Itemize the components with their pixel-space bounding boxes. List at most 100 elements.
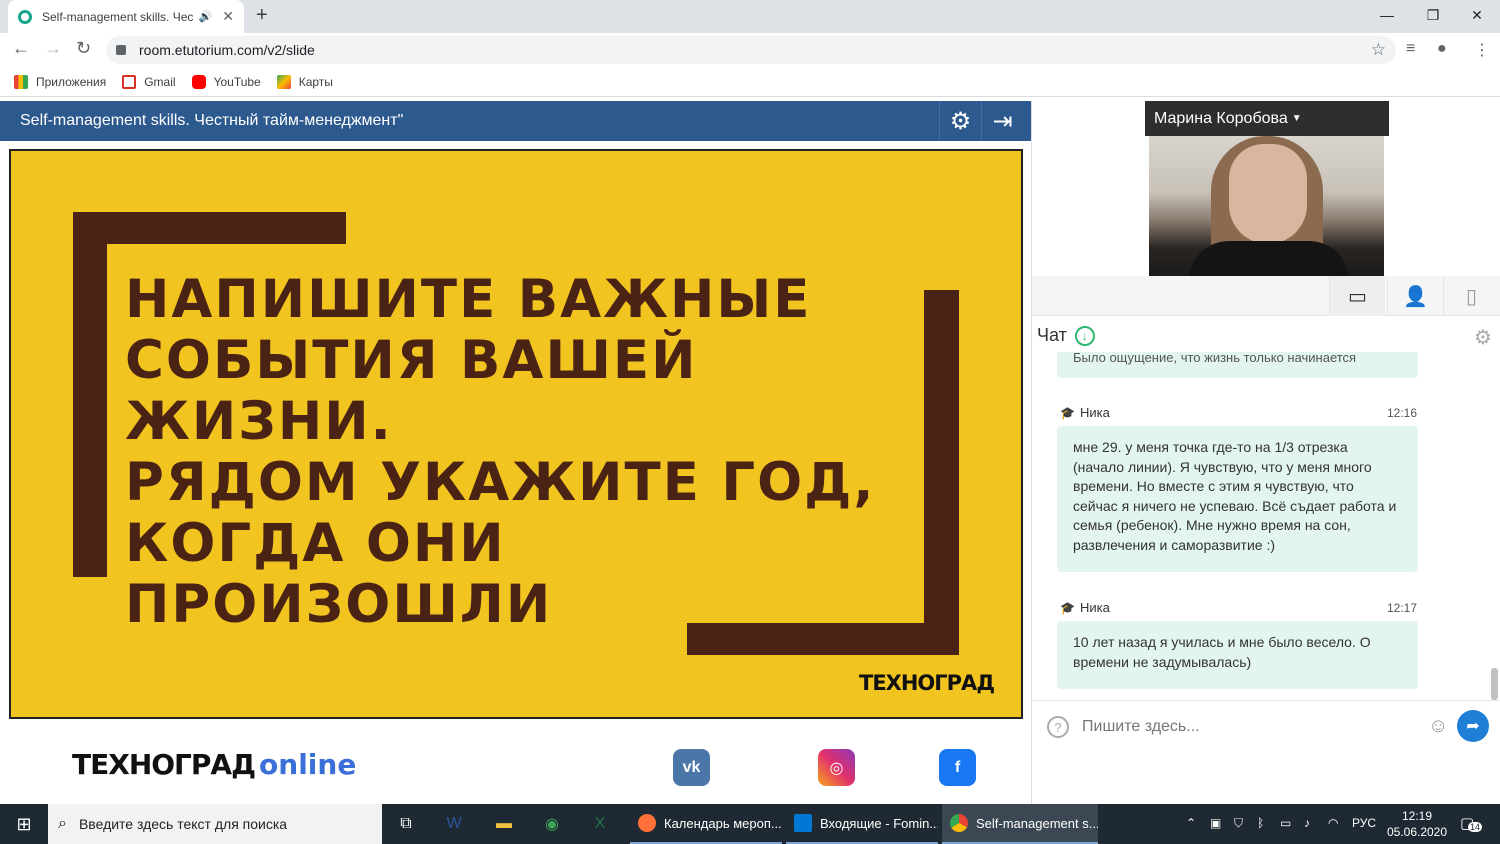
slide-brand-logo: ТЕХНОГРАД [859, 671, 995, 695]
slide-line: ПРОИЗОШЛИ [125, 574, 553, 635]
chat-settings-gear-icon[interactable]: ⚙ [1474, 325, 1492, 350]
footer-logo-text: ТЕХНОГРАД [72, 748, 256, 781]
address-bar[interactable]: room.etutorium.com/v2/slide ☆ [106, 36, 1396, 64]
tray-wifi-icon[interactable]: ◠ [1328, 816, 1338, 830]
task-view-icon[interactable]: ⧉ [382, 804, 430, 844]
instagram-icon[interactable]: ◎ [818, 749, 855, 786]
presenter-name: Марина Коробова [1154, 109, 1288, 127]
maps-icon [276, 74, 291, 89]
chat-input[interactable]: Пишите здесь... [1082, 718, 1200, 736]
search-placeholder: Введите здесь текст для поиска [78, 816, 288, 832]
facebook-icon[interactable]: f [939, 749, 976, 786]
taskbar-search[interactable]: ⌕ Введите здесь текст для поиска [48, 804, 382, 844]
language-indicator[interactable]: РУС [1352, 816, 1376, 830]
taskbar-app-chrome[interactable]: Self-management s... [942, 804, 1098, 844]
message-time: 12:17 [1386, 600, 1417, 615]
tray-chevron-icon[interactable]: ⌃ [1186, 816, 1196, 830]
bracket-left [73, 212, 107, 577]
taskbar-app-label: Календарь мероп... [664, 815, 782, 831]
chat-tab-icon[interactable]: ▭ [1329, 276, 1385, 316]
bookmark-apps[interactable]: Приложения [14, 74, 107, 89]
back-button[interactable]: ← [12, 38, 30, 59]
message-text: Было ощущение, что жизнь только начинает… [1073, 352, 1357, 365]
globe-app-icon[interactable]: ◉ [528, 804, 576, 844]
outlook-icon [794, 814, 812, 832]
chat-input-bar: ? Пишите здесь... ☺ ➦ [1032, 700, 1500, 755]
speaker-icon[interactable]: 🔊 [199, 10, 213, 23]
slide-line: НАПИШИТЕ ВАЖНЫЕ [125, 269, 812, 330]
course-title: Self-management skills. Честный тайм-мен… [20, 112, 404, 129]
message-header: 🎓 Ника 12:16 [1060, 405, 1417, 420]
search-icon: ⌕ [58, 815, 67, 832]
close-tab-icon[interactable]: ✕ [222, 8, 234, 25]
caret-down-icon: ▼ [1291, 113, 1302, 124]
tray-battery-icon[interactable]: ▭ [1280, 816, 1291, 830]
excel-icon[interactable]: X [576, 804, 624, 844]
reload-button[interactable]: ↻ [76, 38, 91, 59]
apps-grid-icon [14, 74, 28, 89]
new-tab-button[interactable]: + [256, 4, 268, 27]
message-author: Ника [1079, 405, 1110, 420]
menu-dots-icon[interactable]: ⋮ [1474, 40, 1490, 60]
bookmark-label: YouTube [213, 74, 261, 89]
send-button[interactable]: ➦ [1457, 710, 1489, 742]
footer-logo-suffix: online [259, 748, 357, 781]
bookmark-star-icon[interactable]: ☆ [1371, 40, 1386, 60]
window-close-button[interactable]: ✕ [1454, 0, 1500, 30]
presenter-name-dropdown[interactable]: Марина Коробова ▼ [1145, 101, 1389, 136]
panel-tabs: ▭ 👤 ▯ [1032, 276, 1500, 316]
lock-icon [116, 45, 126, 55]
bookmarks-bar: Приложения Gmail YouTube Карты [0, 67, 1500, 97]
taskbar-clock[interactable]: 12:19 05.06.2020 [1383, 808, 1451, 840]
clock-date: 05.06.2020 [1386, 825, 1448, 839]
bookmark-youtube[interactable]: YouTube [191, 74, 261, 89]
bookmark-label: Gmail [144, 74, 176, 89]
download-icon[interactable]: ↓ [1074, 325, 1095, 346]
chat-header: Чат ↓ [1037, 325, 1095, 346]
chat-scrollbar[interactable] [1491, 668, 1498, 700]
settings-gear-icon[interactable]: ⚙ [939, 101, 981, 141]
tray-outlook-icon[interactable]: ▣ [1210, 816, 1221, 830]
taskbar-app-label: Входящие - Fomin... [820, 815, 938, 831]
tray-shield-icon[interactable]: ⛉ [1234, 816, 1243, 831]
address-text: room.etutorium.com/v2/slide [139, 42, 315, 58]
files-tab-icon[interactable]: ▯ [1443, 276, 1499, 316]
message-bubble: 10 лет назад я училась и мне было весело… [1057, 621, 1418, 689]
vk-icon[interactable]: vk [673, 749, 710, 786]
tray-bluetooth-icon[interactable]: ᛒ [1257, 816, 1264, 830]
taskbar-app-firefox[interactable]: Календарь мероп... [630, 804, 782, 844]
windows-taskbar: ⊞ ⌕ Введите здесь текст для поиска ⧉ W ▬… [0, 804, 1500, 844]
message-text: мне 29. у меня точка где-то на 1/3 отрез… [1073, 439, 1397, 553]
maximize-button[interactable]: ❐ [1410, 0, 1456, 30]
minimize-button[interactable]: — [1364, 0, 1410, 30]
message-author: Ника [1079, 600, 1110, 615]
firefox-icon [638, 814, 656, 832]
chrome-icon [950, 814, 968, 832]
site-favicon-icon [18, 9, 32, 24]
bookmark-maps[interactable]: Карты [276, 74, 333, 89]
forward-button[interactable]: → [44, 38, 62, 59]
browser-tab[interactable]: Self-management skills. Чест 🔊 ✕ [8, 0, 244, 33]
bracket-right [924, 290, 959, 655]
emoji-icon[interactable]: ☺ [1428, 715, 1448, 738]
file-explorer-icon[interactable]: ▬ [480, 804, 528, 844]
tray-volume-icon[interactable]: ♪ [1304, 816, 1310, 830]
help-icon[interactable]: ? [1047, 716, 1069, 738]
tab-title: Self-management skills. Чест [42, 9, 193, 24]
taskbar-app-outlook[interactable]: Входящие - Fomin... [786, 804, 938, 844]
bookmark-label: Приложения [36, 74, 107, 89]
bookmark-gmail[interactable]: Gmail [122, 74, 176, 89]
exit-icon[interactable]: ⇥ [981, 101, 1023, 141]
media-control-icon[interactable]: ≡ [1406, 40, 1415, 58]
participants-tab-icon[interactable]: 👤 [1387, 276, 1443, 316]
windows-start-icon[interactable]: ⊞ [0, 804, 48, 844]
slide-line: КОГДА ОНИ [125, 513, 506, 574]
notification-center-icon[interactable]: ▢ 14 [1460, 814, 1483, 832]
graduation-cap-icon: 🎓 [1060, 600, 1075, 615]
tab-strip: Self-management skills. Чест 🔊 ✕ + — ❐ ✕ [0, 0, 1500, 33]
chat-messages[interactable]: Было ощущение, что жизнь только начинает… [1032, 352, 1492, 698]
profile-icon[interactable]: ● [1437, 40, 1447, 58]
slide-line: СОБЫТИЯ ВАШЕЙ [125, 330, 698, 391]
word-icon[interactable]: W [430, 804, 478, 844]
clock-time: 12:19 [1401, 809, 1433, 823]
